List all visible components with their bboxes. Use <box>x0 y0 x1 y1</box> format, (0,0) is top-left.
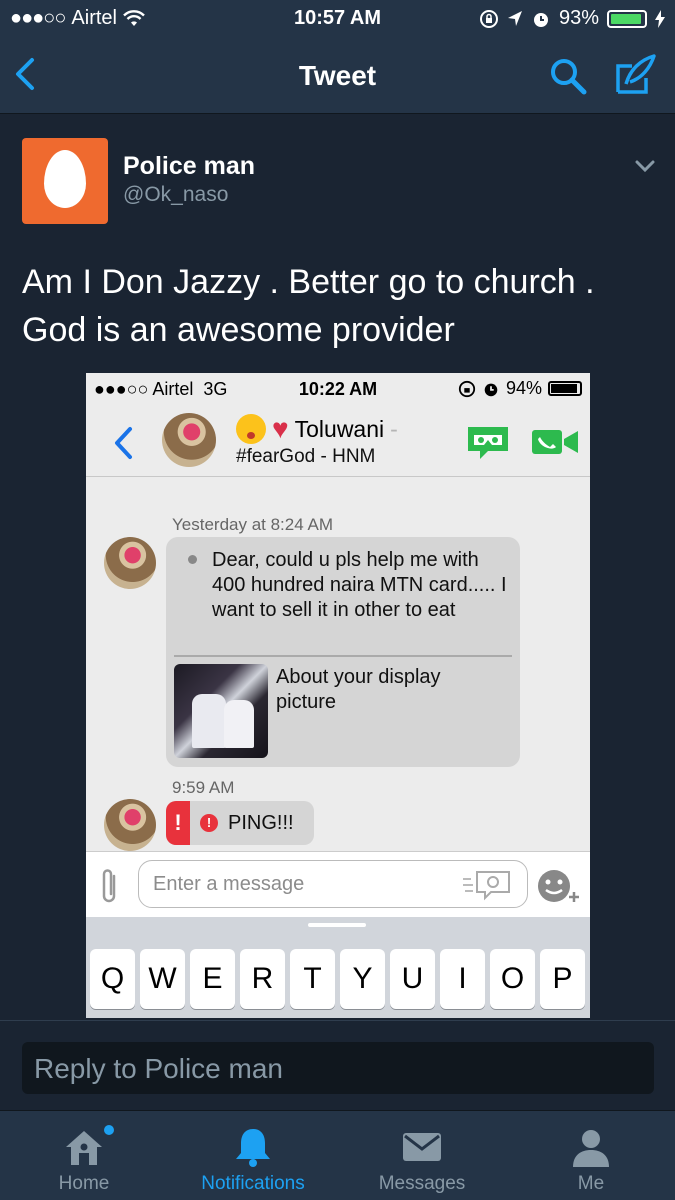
author-name[interactable]: Police man <box>123 152 255 181</box>
embedded-battery-icon <box>548 381 582 396</box>
bullet-icon <box>188 555 197 564</box>
contact-name: ♥ Toluwani - <box>236 413 398 445</box>
message-text: Dear, could u pls help me with 400 hundr… <box>212 549 507 621</box>
sender-avatar <box>104 799 156 851</box>
key-e: E <box>190 949 235 1009</box>
embedded-battery-percent: 94% <box>505 378 542 398</box>
nav-bar: Tweet <box>0 38 675 114</box>
new-content-dot <box>104 1125 114 1135</box>
paperclip-icon <box>102 869 116 903</box>
tab-label: Home <box>58 1173 110 1194</box>
author-handle[interactable]: @Ok_naso <box>123 183 228 207</box>
key-i: I <box>440 949 485 1009</box>
message-field: Enter a message <box>138 860 528 908</box>
tab-me[interactable]: Me <box>531 1111 651 1200</box>
message-placeholder: Enter a message <box>153 873 305 895</box>
contact-name-fade: - <box>390 415 398 442</box>
chat-header: ♥ Toluwani - #fearGod - HNM <box>86 405 590 477</box>
emoticon-add-icon <box>538 870 579 902</box>
message-timestamp: 9:59 AM <box>172 778 235 797</box>
location-icon <box>507 10 522 26</box>
key-w: W <box>140 949 185 1009</box>
tweet-text: Am I Don Jazzy . Better go to church . G… <box>22 263 595 349</box>
sender-avatar <box>104 537 156 589</box>
tab-label: Me <box>577 1173 605 1194</box>
envelope-icon <box>403 1133 441 1161</box>
battery-icon <box>607 9 647 28</box>
ping-marker: ! <box>166 801 190 845</box>
ping-text: PING!!! <box>228 812 294 834</box>
key-q: Q <box>90 949 135 1009</box>
home-icon <box>66 1131 102 1165</box>
person-icon <box>573 1130 609 1167</box>
egg-avatar-icon <box>44 150 86 208</box>
tab-home[interactable]: Home <box>24 1111 144 1200</box>
embedded-rotation-lock-icon <box>458 380 476 397</box>
reply-placeholder: Reply to Police man <box>34 1053 284 1084</box>
alert-icon: ! <box>200 814 218 832</box>
message-bubble: Dear, could u pls help me with 400 hundr… <box>166 537 520 767</box>
tab-label: Messages <box>378 1173 466 1194</box>
key-o: O <box>490 949 535 1009</box>
embedded-alarm-icon <box>484 383 498 396</box>
display-picture-thumbnail <box>174 664 268 758</box>
key-t: T <box>290 949 335 1009</box>
key-p: P <box>540 949 585 1009</box>
heart-emoji-icon: ♥ <box>272 413 289 444</box>
divider <box>174 655 512 657</box>
battery-percent: 93% <box>558 7 599 29</box>
search-icon[interactable] <box>548 56 588 96</box>
bell-icon <box>236 1129 270 1167</box>
embedded-status-bar: ●●●○○ Airtel 3G 10:22 AM 94% <box>86 373 590 405</box>
avatar[interactable] <box>22 138 108 224</box>
tweet-attached-image[interactable]: ●●●○○ Airtel 3G 10:22 AM 94% ♥ Toluwani -… <box>86 373 590 1018</box>
reply-input[interactable]: Reply to Police man <box>22 1042 654 1094</box>
contact-status: #fearGod - HNM <box>236 446 376 467</box>
mask-chat-icon <box>468 427 508 459</box>
rotation-lock-icon <box>479 9 498 28</box>
alarm-icon <box>533 12 548 27</box>
charging-icon <box>655 9 665 28</box>
compose-tweet-icon[interactable] <box>612 52 658 98</box>
key-u: U <box>390 949 435 1009</box>
reply-caption: About your display picture <box>276 666 441 713</box>
tab-bar: Home Notifications Messages Me <box>0 1110 675 1200</box>
key-r: R <box>240 949 285 1009</box>
key-y: Y <box>340 949 385 1009</box>
keyboard-row: QWERTYUIOP <box>90 949 585 1009</box>
keyboard: QWERTYUIOP <box>86 917 590 1018</box>
contact-avatar <box>162 413 216 467</box>
chevron-down-icon[interactable] <box>634 158 656 174</box>
tab-label: Notifications <box>201 1173 305 1194</box>
ping-bubble: ! ! PING!!! <box>166 801 314 845</box>
quick-message-icon <box>463 871 510 901</box>
embedded-back-chevron-icon <box>115 427 132 459</box>
message-input-bar: Enter a message <box>86 851 590 917</box>
tab-notifications[interactable]: Notifications <box>178 1111 328 1200</box>
contact-name-text: Toluwani <box>294 415 385 442</box>
status-bar: ●●●○○ Airtel 10:57 AM 93% <box>0 0 675 38</box>
kiss-emoji-icon <box>236 414 266 444</box>
video-call-icon <box>532 430 578 454</box>
tab-messages[interactable]: Messages <box>362 1111 482 1200</box>
message-timestamp: Yesterday at 8:24 AM <box>172 515 333 534</box>
keyboard-handle <box>308 923 366 927</box>
